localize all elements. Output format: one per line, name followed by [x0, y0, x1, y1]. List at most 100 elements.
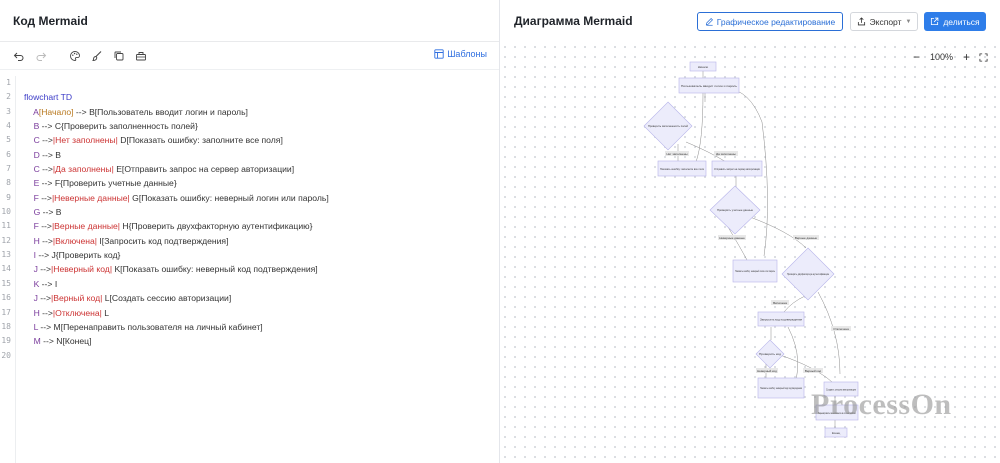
- code-line[interactable]: C -->|Нет заполнены| D[Показать ошибку: …: [24, 133, 499, 147]
- line-number: 14: [1, 264, 11, 274]
- code-token: -->: [39, 307, 53, 318]
- node-j[interactable]: Проверить код: [755, 339, 785, 369]
- svg-text:Верный код: Верный код: [805, 369, 822, 373]
- node-d[interactable]: Показать ошибку: заполните все поля: [657, 160, 707, 177]
- line-number: 10: [1, 207, 11, 217]
- code-token: --> F{Проверить учетные данные}: [39, 178, 177, 189]
- code-line[interactable]: flowchart TD: [24, 90, 499, 104]
- code-line[interactable]: L --> M[Перенаправить пользователя на ли…: [24, 320, 499, 334]
- svg-text:Показать ошибку: заполните все: Показать ошибку: заполните все поля: [660, 167, 704, 171]
- redo-icon[interactable]: [34, 49, 48, 63]
- code-line[interactable]: F -->|Неверные данные| G[Показать ошибку…: [24, 191, 499, 205]
- clear-icon[interactable]: [134, 49, 148, 63]
- code-token: -->: [39, 235, 53, 246]
- node-c[interactable]: Проверить заполненность полей: [643, 101, 693, 151]
- line-number: 11: [1, 221, 11, 231]
- node-n[interactable]: Конец: [824, 427, 848, 438]
- code-line[interactable]: J -->|Неверный код| K[Показать ошибку: н…: [24, 262, 499, 276]
- brush-icon[interactable]: [90, 49, 104, 63]
- graphic-edit-button[interactable]: Графическое редактирование: [697, 12, 843, 31]
- chevron-down-icon: ▼: [905, 18, 912, 25]
- undo-icon[interactable]: [12, 49, 26, 63]
- code-toolbar: Шаблоны: [0, 42, 499, 70]
- edge-f-h: [749, 216, 807, 249]
- code-token: --> B: [40, 207, 62, 218]
- node-g[interactable]: Показать ошибку: неверный логин или паро…: [732, 259, 778, 283]
- code-token: -->: [38, 192, 52, 203]
- svg-text:Нет заполнены: Нет заполнены: [666, 152, 687, 156]
- node-f[interactable]: Проверить учетные данные: [709, 185, 761, 235]
- code-token: -->: [37, 293, 51, 304]
- diagram-canvas[interactable]: − 100% + Нет заполнены Да заполнены Неве…: [500, 42, 1000, 463]
- node-i[interactable]: Запросить код подтверждения: [757, 311, 805, 327]
- templates-label: Шаблоны: [447, 49, 487, 59]
- code-line[interactable]: G --> B: [24, 205, 499, 219]
- code-token: |Отключена|: [52, 307, 102, 318]
- code-line[interactable]: M --> N[Конец]: [24, 334, 499, 348]
- edge-label-f-h: Верные данные: [793, 235, 819, 240]
- code-line[interactable]: B --> C{Проверить заполненность полей}: [24, 119, 499, 133]
- code-line[interactable]: H -->|Включена| I[Запросить код подтверж…: [24, 234, 499, 248]
- line-number: 16: [1, 293, 11, 303]
- line-number: 6: [6, 149, 11, 159]
- code-line[interactable]: [24, 349, 499, 363]
- share-button[interactable]: делиться: [924, 12, 986, 31]
- node-b[interactable]: Пользователь вводит логин и пароль: [678, 77, 740, 94]
- code-token: flowchart TD: [24, 92, 73, 103]
- code-editor[interactable]: 1 2 3 4 5 6 7 8 9 10 11 12 13 14 15 16 17 18 19 20 flowchar…: [0, 72, 499, 463]
- code-line[interactable]: F -->|Верные данные| H{Проверить двухфак…: [24, 219, 499, 233]
- diagram-panel-title: Диаграмма Mermaid: [514, 14, 633, 28]
- code-token: K[Показать ошибку: неверный код подтверж…: [112, 264, 318, 275]
- svg-text:Конец: Конец: [832, 431, 841, 435]
- processon-watermark: ProcessOn: [811, 388, 952, 421]
- code-line[interactable]: [24, 76, 499, 90]
- svg-text:Отправить запрос на сервер авт: Отправить запрос на сервер авторизации: [714, 167, 760, 171]
- share-label: делиться: [943, 16, 980, 27]
- code-token: --> B: [39, 149, 62, 160]
- line-number-gutter: 1 2 3 4 5 6 7 8 9 10 11 12 13 14 15 16 17 18 19 20: [0, 76, 16, 463]
- code-line[interactable]: I --> J{Проверить код}: [24, 248, 499, 262]
- code-token: -->: [39, 164, 53, 175]
- line-number: 9: [6, 192, 11, 202]
- code-panel-header: Код Mermaid: [0, 0, 499, 42]
- edge-label-h-l: Отключена: [831, 326, 851, 331]
- code-line[interactable]: C -->|Да заполнены| E[Отправить запрос н…: [24, 162, 499, 176]
- svg-text:Включена: Включена: [773, 301, 787, 305]
- svg-text:Показать ошибку: неверный логи: Показать ошибку: неверный логин или паро…: [735, 269, 775, 273]
- svg-text:Да заполнены: Да заполнены: [716, 152, 736, 156]
- palette-icon[interactable]: [68, 49, 82, 63]
- copy-icon[interactable]: [112, 49, 126, 63]
- svg-text:Неверный код: Неверный код: [757, 369, 777, 373]
- node-k[interactable]: Показать ошибку: неверный код подтвержде…: [757, 377, 805, 399]
- code-line[interactable]: A[Начало] --> B[Пользователь вводит логи…: [24, 105, 499, 119]
- code-line[interactable]: K --> I: [24, 277, 499, 291]
- svg-text:Проверить код: Проверить код: [759, 352, 781, 356]
- code-token: --> M[Перенаправить пользователя на личн…: [38, 321, 263, 332]
- node-a[interactable]: Начало: [689, 61, 717, 72]
- export-button[interactable]: Экспорт ▼: [850, 12, 918, 31]
- code-panel-title: Код Mermaid: [13, 13, 88, 28]
- code-token: [Начало]: [38, 106, 74, 117]
- export-icon: [857, 17, 865, 26]
- code-line[interactable]: J -->|Верный код| L[Создать сессию автор…: [24, 291, 499, 305]
- share-icon: [931, 17, 939, 26]
- code-content[interactable]: flowchart TD A[Начало] --> B[Пользовател…: [24, 76, 499, 363]
- svg-text:Показать ошибку: неверный код: Показать ошибку: неверный код подтвержде…: [760, 386, 802, 390]
- line-number: 4: [6, 121, 11, 131]
- node-e[interactable]: Отправить запрос на сервер авторизации: [711, 160, 763, 177]
- svg-text:Запросить код подтверждения: Запросить код подтверждения: [760, 318, 802, 322]
- code-line[interactable]: D --> B: [24, 148, 499, 162]
- line-number: 19: [1, 336, 11, 346]
- templates-link[interactable]: Шаблоны: [434, 49, 487, 59]
- svg-text:Начало: Начало: [698, 65, 709, 69]
- code-line[interactable]: E --> F{Проверить учетные данные}: [24, 176, 499, 190]
- node-h[interactable]: Проверить двухфакторную аутентификацию: [781, 247, 835, 301]
- code-token: --> I: [39, 278, 58, 289]
- code-line[interactable]: H -->|Отключена| L: [24, 306, 499, 320]
- diagram-panel: Диаграмма Mermaid Графическое редактиров…: [500, 0, 1000, 463]
- edge-label-h-i: Включена: [771, 300, 789, 305]
